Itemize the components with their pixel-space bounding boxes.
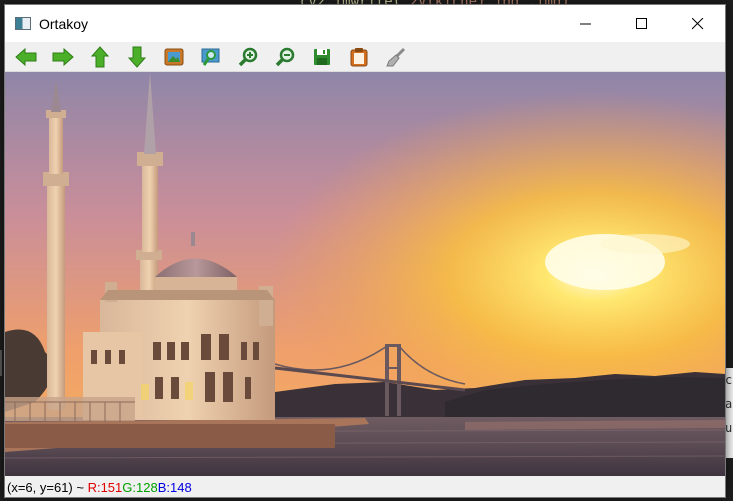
zoom-out-button[interactable] — [272, 45, 298, 69]
pan-down-button[interactable] — [124, 45, 150, 69]
minimize-button[interactable] — [563, 5, 609, 42]
zoom-in-button[interactable] — [235, 45, 261, 69]
properties-button[interactable] — [383, 45, 409, 69]
image-viewer-window: Ortakoy (x=6, y=61) ~ R:151 G:128 B:148 — [4, 4, 726, 498]
image-icon — [164, 48, 184, 65]
zoom-region-button[interactable] — [198, 45, 224, 69]
status-blue-value: B:148 — [157, 479, 192, 495]
status-green-value: G:128 — [122, 479, 158, 495]
brush-icon — [386, 47, 406, 66]
image-canvas[interactable] — [5, 72, 725, 476]
background-editor-char: c — [725, 373, 733, 387]
background-editor-char: u — [725, 421, 733, 435]
zoom-region-icon — [201, 48, 220, 66]
status-coordinates: (x=6, y=61) ~ — [7, 479, 88, 495]
floppy-disk-icon — [314, 48, 330, 65]
arrow-up-icon — [91, 45, 109, 67]
maximize-button[interactable] — [619, 5, 665, 42]
status-red-value: R:151 — [87, 479, 123, 495]
close-icon — [692, 17, 704, 29]
zoom-out-icon — [275, 47, 295, 66]
copy-to-clipboard-button[interactable] — [346, 45, 372, 69]
pan-up-button[interactable] — [87, 45, 113, 69]
pan-right-button[interactable] — [50, 45, 76, 69]
image-window-icon — [15, 17, 31, 30]
status-bar: (x=6, y=61) ~ R:151 G:128 B:148 — [5, 476, 725, 497]
photo-ortakoy-mosque-bosphorus-bridge-sunset — [5, 72, 725, 476]
zoom-to-image-button[interactable] — [161, 45, 187, 69]
clipboard-icon — [350, 47, 368, 66]
minimize-icon — [580, 23, 591, 24]
title-bar[interactable]: Ortakoy — [5, 5, 725, 42]
window-title: Ortakoy — [39, 15, 89, 32]
arrow-down-icon — [128, 46, 146, 68]
maximize-icon — [636, 17, 647, 29]
arrow-left-icon — [15, 47, 37, 66]
toolbar — [5, 42, 725, 72]
pan-left-button[interactable] — [13, 45, 39, 69]
background-editor-char: a — [725, 397, 733, 411]
zoom-in-icon — [238, 47, 258, 66]
close-button[interactable] — [675, 5, 721, 42]
arrow-right-icon — [52, 47, 74, 66]
save-button[interactable] — [309, 45, 335, 69]
